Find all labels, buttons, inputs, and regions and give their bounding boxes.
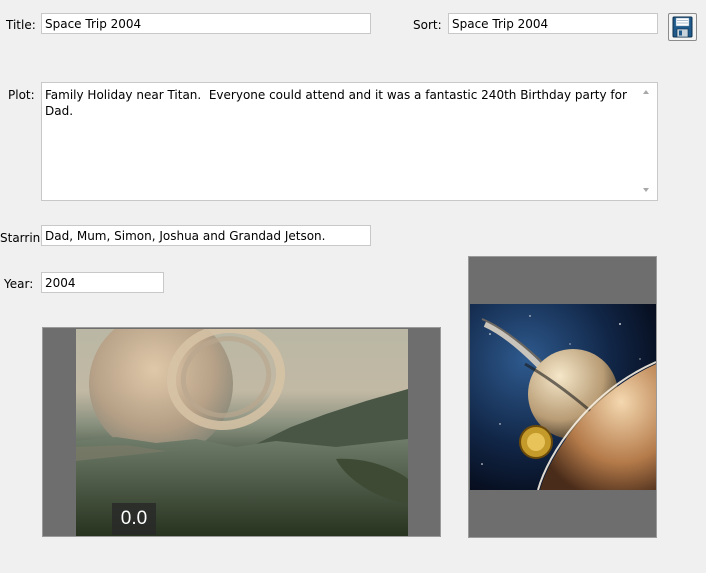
title-input[interactable] — [41, 13, 371, 34]
plot-scrollbar[interactable] — [640, 83, 657, 200]
scroll-down-arrow-icon[interactable] — [643, 188, 649, 192]
starring-input[interactable] — [41, 225, 371, 246]
plot-label: Plot: — [8, 88, 35, 102]
fanart-counter: 0.0 — [112, 503, 156, 535]
sort-label: Sort: — [413, 18, 442, 32]
scroll-up-arrow-icon[interactable] — [643, 90, 649, 94]
year-input[interactable] — [41, 272, 164, 293]
title-label: Title: — [6, 18, 36, 32]
poster-image — [470, 304, 656, 490]
starring-label: Starrin — [0, 231, 41, 245]
sort-input[interactable] — [448, 13, 658, 34]
plot-textarea[interactable]: Family Holiday near Titan. Everyone coul… — [41, 82, 658, 201]
year-label: Year: — [4, 277, 34, 291]
floppy-disk-icon — [672, 16, 693, 38]
save-button[interactable] — [668, 13, 697, 41]
poster-panel[interactable] — [468, 256, 657, 538]
fanart-panel[interactable]: 0.0 — [42, 327, 441, 537]
saturn-poster-image — [470, 304, 656, 490]
fanart-image: 0.0 — [76, 329, 408, 536]
